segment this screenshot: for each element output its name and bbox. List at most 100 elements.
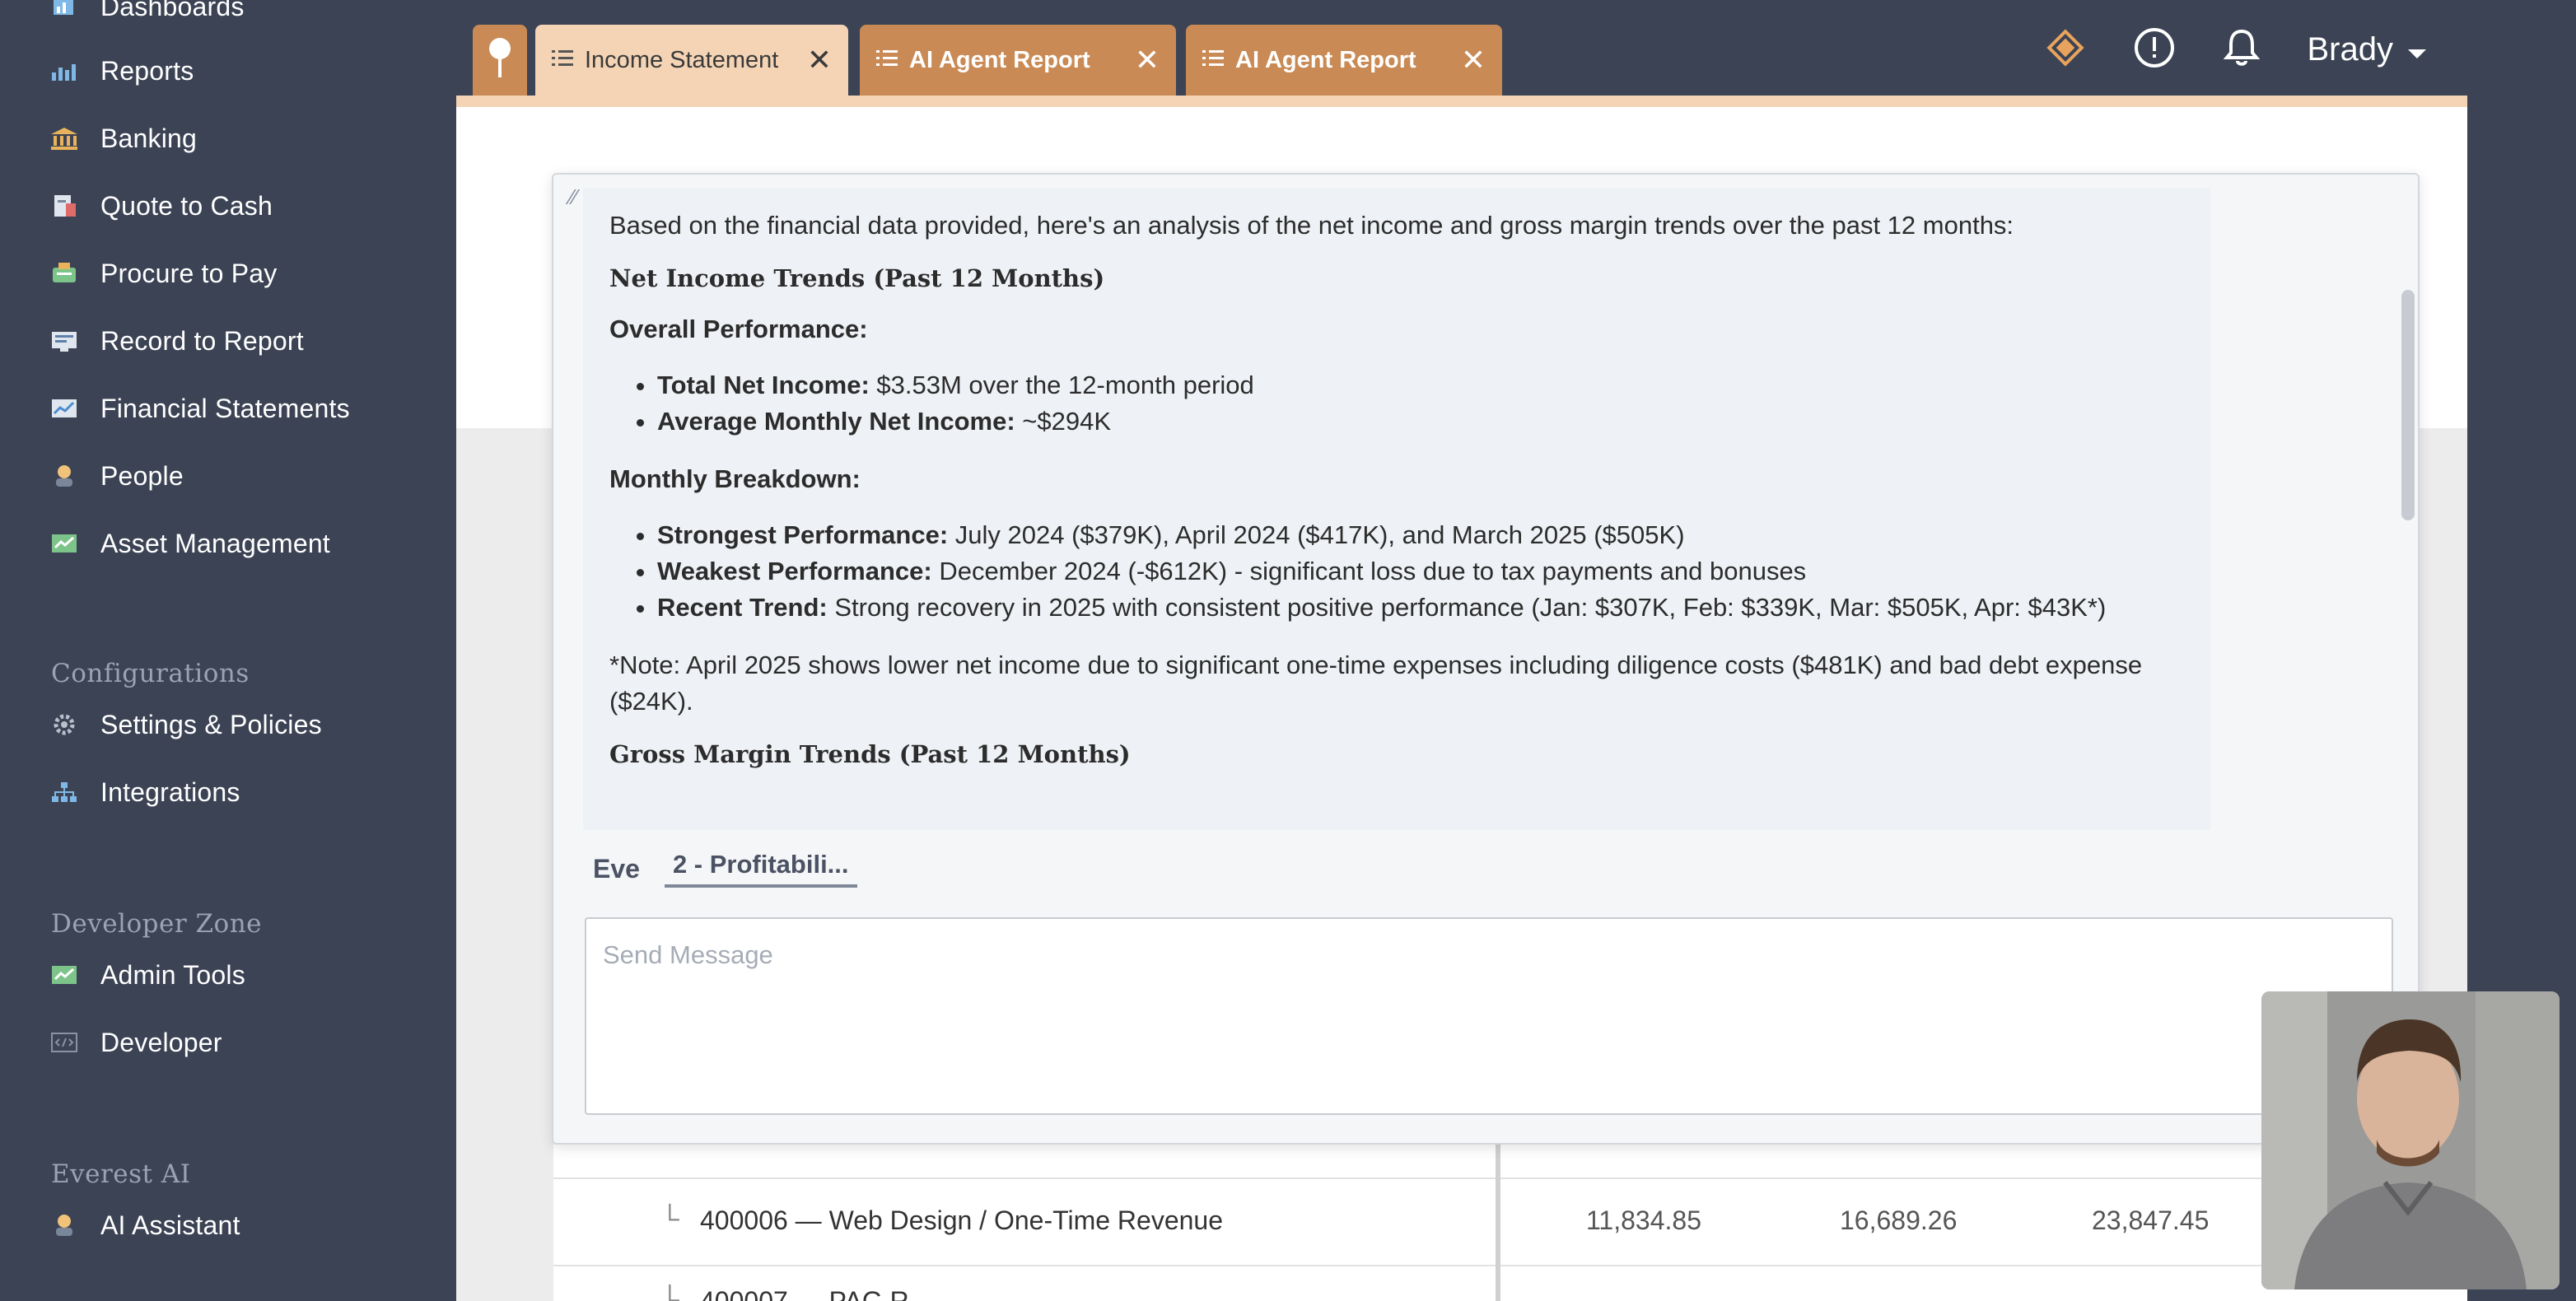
close-icon[interactable]: ✕ xyxy=(1135,43,1160,77)
sidebar-item-label: Dashboards xyxy=(100,0,245,21)
sidebar-item-reports[interactable]: Reports xyxy=(49,46,194,96)
code-icon xyxy=(49,1030,79,1055)
response-note: *Note: April 2025 shows lower net income… xyxy=(609,650,2143,716)
tab-income-statement[interactable]: Income Statement ✕ xyxy=(535,25,848,96)
tab-ai-agent-report-2[interactable]: AI Agent Report ✕ xyxy=(1186,25,1502,96)
row-value: 11,834.85 xyxy=(1586,1205,1701,1235)
list-item: Average Monthly Net Income: ~$294K xyxy=(657,403,2210,440)
chat-scrollbar[interactable] xyxy=(2401,290,2415,520)
chevron-down-icon xyxy=(2406,31,2428,68)
sidebar-item-label: Procure to Pay xyxy=(100,258,278,288)
agent-name: Eve xyxy=(593,853,640,884)
tab-label: AI Agent Report xyxy=(1235,46,1416,73)
close-icon[interactable]: ✕ xyxy=(807,43,832,77)
sidebar-item-asset-management[interactable]: Asset Management xyxy=(49,519,330,568)
webcam-overlay xyxy=(2261,991,2560,1289)
sidebar-item-label: AI Assistant xyxy=(100,1210,240,1240)
section-title-everest-ai: Everest AI xyxy=(51,1159,191,1189)
overall-heading: Overall Performance: xyxy=(609,315,868,343)
list-icon xyxy=(1202,47,1224,74)
sidebar-item-record-to-report[interactable]: Record to Report xyxy=(49,316,304,366)
pin-tab[interactable] xyxy=(473,25,527,96)
tree-branch-icon: └ xyxy=(660,1285,679,1301)
sidebar-item-label: Integrations xyxy=(100,776,240,807)
sidebar-item-label: Reports xyxy=(100,55,194,86)
sidebar-item-financial-statements[interactable]: Financial Statements xyxy=(49,384,350,433)
overall-list: Total Net Income: $3.53M over the 12-mon… xyxy=(657,367,2210,440)
net-income-heading: Net Income Trends (Past 12 Months) xyxy=(609,264,1105,292)
sidebar-item-people[interactable]: People xyxy=(49,451,184,501)
reports-icon xyxy=(49,58,79,83)
sidebar-item-label: People xyxy=(100,460,184,491)
sidebar-item-procure-to-pay[interactable]: Procure to Pay xyxy=(49,249,277,298)
sidebar-item-label: Financial Statements xyxy=(100,393,350,423)
record-icon xyxy=(49,329,79,353)
sidebar-item-label: Record to Report xyxy=(100,325,304,356)
dashboard-icon xyxy=(49,0,79,19)
list-item: Total Net Income: $3.53M over the 12-mon… xyxy=(657,367,2210,403)
list-icon xyxy=(876,47,898,74)
webcam-person-image xyxy=(2261,991,2560,1289)
pin-icon xyxy=(486,36,514,85)
admin-icon xyxy=(49,963,79,987)
ai-chat-dialog: ⁄⁄ Based on the financial data provided,… xyxy=(552,173,2420,1145)
chat-response: Based on the financial data provided, he… xyxy=(583,188,2210,830)
sidebar: Dashboards Reports Banking Quote to Cash… xyxy=(0,0,456,1301)
sidebar-item-settings-policies[interactable]: Settings & Policies xyxy=(49,700,322,749)
column-divider xyxy=(1496,1145,1500,1301)
sidebar-item-banking[interactable]: Banking xyxy=(49,114,197,163)
gross-margin-heading: Gross Margin Trends (Past 12 Months) xyxy=(609,740,1131,768)
sidebar-item-label: Quote to Cash xyxy=(100,190,273,221)
section-title-developer-zone: Developer Zone xyxy=(51,909,263,939)
row-account-label: 400006 — Web Design / One-Time Revenue xyxy=(700,1205,1223,1235)
sidebar-item-label: Settings & Policies xyxy=(100,709,322,739)
thread-tab[interactable]: 2 - Profitabili... xyxy=(664,850,857,888)
row-divider xyxy=(553,1177,2467,1179)
monthly-heading: Monthly Breakdown: xyxy=(609,464,861,493)
statements-icon xyxy=(49,396,79,421)
quote-icon xyxy=(49,194,79,218)
send-message-input[interactable]: Send Message xyxy=(585,917,2393,1115)
list-item: Recent Trend: Strong recovery in 2025 wi… xyxy=(657,590,2210,626)
tab-label: AI Agent Report xyxy=(909,46,1090,73)
chat-footer: Eve 2 - Profitabili... xyxy=(593,850,857,888)
sidebar-item-ai-assistant[interactable]: AI Assistant xyxy=(49,1201,240,1250)
sidebar-item-integrations[interactable]: Integrations xyxy=(49,767,240,817)
asset-icon xyxy=(49,531,79,556)
topbar-actions: Brady xyxy=(2044,16,2429,82)
row-value: 16,689.26 xyxy=(1840,1205,1958,1235)
sidebar-item-developer[interactable]: Developer xyxy=(49,1018,222,1067)
list-icon xyxy=(552,47,573,74)
sidebar-item-label: Admin Tools xyxy=(100,959,245,990)
alert-icon[interactable] xyxy=(2133,26,2176,73)
sidebar-item-quote-to-cash[interactable]: Quote to Cash xyxy=(49,181,273,231)
row-divider xyxy=(553,1265,2467,1266)
close-icon[interactable]: ✕ xyxy=(1461,43,1486,77)
sidebar-item-label: Asset Management xyxy=(100,528,330,558)
list-item: Strongest Performance: July 2024 ($379K)… xyxy=(657,517,2210,553)
tab-ai-agent-report-1[interactable]: AI Agent Report ✕ xyxy=(860,25,1176,96)
row-value: 23,847.45 xyxy=(2092,1205,2210,1235)
people-icon xyxy=(49,464,79,488)
user-menu[interactable]: Brady xyxy=(2308,31,2429,68)
sidebar-item-dashboards[interactable]: Dashboards xyxy=(49,0,245,31)
resize-handle-icon[interactable]: ⁄⁄ xyxy=(570,184,577,210)
diamond-icon[interactable] xyxy=(2044,26,2087,73)
sidebar-item-label: Banking xyxy=(100,123,198,153)
integrations-icon xyxy=(49,780,79,804)
assistant-icon xyxy=(49,1213,79,1238)
sidebar-item-label: Developer xyxy=(100,1027,222,1057)
tree-branch-icon: └ xyxy=(660,1204,679,1233)
bank-icon xyxy=(49,126,79,151)
gear-icon xyxy=(49,712,79,737)
response-intro: Based on the financial data provided, he… xyxy=(609,211,2014,240)
user-name: Brady xyxy=(2307,30,2394,68)
row-account-label: 400007 — PAG R... xyxy=(700,1286,931,1301)
message-placeholder: Send Message xyxy=(603,940,773,969)
procure-icon xyxy=(49,261,79,286)
tab-label: Income Statement xyxy=(585,46,779,73)
bell-icon[interactable] xyxy=(2222,26,2261,73)
monthly-list: Strongest Performance: July 2024 ($379K)… xyxy=(657,517,2210,626)
list-item: Weakest Performance: December 2024 (-$61… xyxy=(657,553,2210,590)
sidebar-item-admin-tools[interactable]: Admin Tools xyxy=(49,950,245,1000)
